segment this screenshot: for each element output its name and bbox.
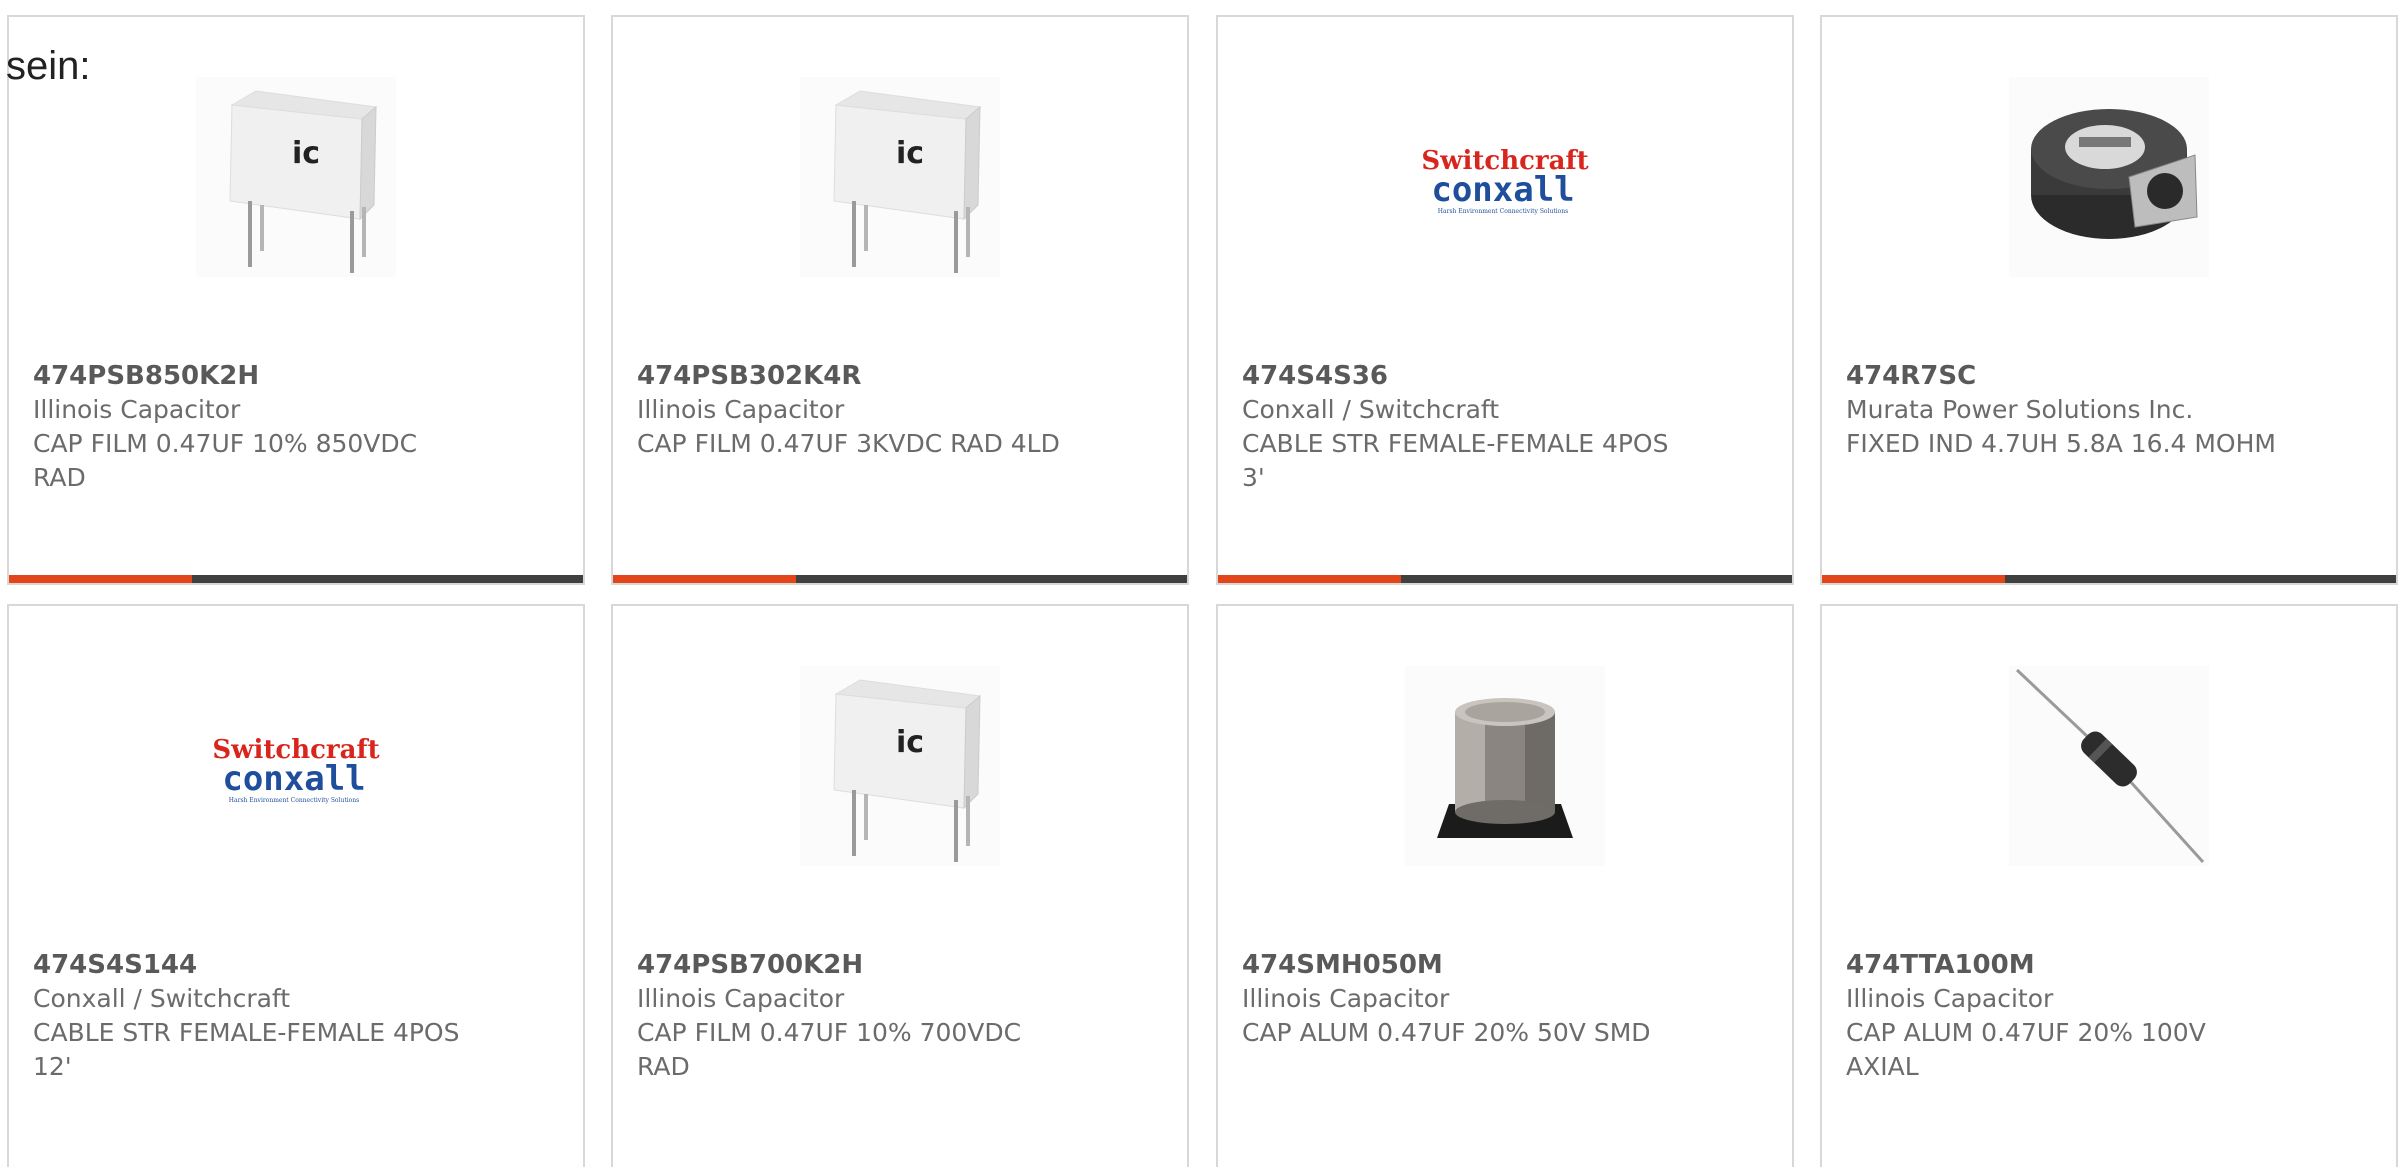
part-number[interactable]: 474R7SC [1846, 359, 2372, 393]
product-image[interactable] [2009, 77, 2209, 277]
card-accent-bar [9, 575, 583, 583]
smd-electrolytic-capacitor-icon [1405, 666, 1605, 866]
logo-tagline: Harsh Environment Connectivity Solutions [1438, 208, 1568, 215]
product-image[interactable]: ic [196, 77, 396, 277]
description: CABLE STR FEMALE-FEMALE 4POS 12' [33, 1018, 460, 1081]
manufacturer: Illinois Capacitor [1242, 984, 1450, 1013]
product-image[interactable] [1405, 666, 1605, 866]
description: CAP FILM 0.47UF 10% 700VDC RAD [637, 1018, 1022, 1081]
product-info: 474S4S36 Conxall / Switchcraft CABLE STR… [1242, 359, 1768, 495]
product-info: 474R7SC Murata Power Solutions Inc. FIXE… [1846, 359, 2372, 461]
ic-mark-text: ic [896, 725, 924, 760]
product-info: 474PSB850K2H Illinois Capacitor CAP FILM… [33, 359, 559, 495]
manufacturer: Illinois Capacitor [1846, 984, 2054, 1013]
axial-capacitor-icon [2009, 666, 2209, 866]
ic-film-capacitor-icon: ic [196, 77, 396, 277]
product-grid: ic 474PSB850K2H Illinois Capacitor CAP F… [7, 15, 2400, 1167]
intro-text: sein: [6, 44, 91, 88]
product-info: 474TTA100M Illinois Capacitor CAP ALUM 0… [1846, 948, 2372, 1084]
product-card[interactable]: Switchcraft conxall Harsh Environment Co… [7, 604, 585, 1167]
product-image[interactable]: Switchcraft conxall Harsh Environment Co… [196, 666, 396, 866]
switchcraft-conxall-logo-icon: Switchcraft conxall Harsh Environment Co… [196, 666, 396, 866]
part-number[interactable]: 474PSB700K2H [637, 948, 1163, 982]
product-image[interactable]: Switchcraft conxall Harsh Environment Co… [1405, 77, 1605, 277]
manufacturer: Conxall / Switchcraft [1242, 395, 1500, 424]
product-card[interactable]: 474TTA100M Illinois Capacitor CAP ALUM 0… [1820, 604, 2398, 1167]
manufacturer: Murata Power Solutions Inc. [1846, 395, 2194, 424]
switchcraft-conxall-logo-icon: Switchcraft conxall Harsh Environment Co… [1405, 77, 1605, 277]
ic-film-capacitor-icon: ic [800, 77, 1000, 277]
ic-film-capacitor-icon: ic [800, 666, 1000, 866]
description: CABLE STR FEMALE-FEMALE 4POS 3' [1242, 429, 1669, 492]
product-card[interactable]: 474SMH050M Illinois Capacitor CAP ALUM 0… [1216, 604, 1794, 1167]
product-image[interactable]: ic [800, 666, 1000, 866]
card-accent-bar [1822, 575, 2396, 583]
smd-inductor-icon [2009, 77, 2209, 277]
description: CAP FILM 0.47UF 3KVDC RAD 4LD [637, 429, 1060, 458]
description: CAP ALUM 0.47UF 20% 50V SMD [1242, 1018, 1651, 1047]
product-card[interactable]: ic 474PSB850K2H Illinois Capacitor CAP F… [7, 15, 585, 585]
part-number[interactable]: 474TTA100M [1846, 948, 2372, 982]
description: CAP FILM 0.47UF 10% 850VDC RAD [33, 429, 418, 492]
product-info: 474SMH050M Illinois Capacitor CAP ALUM 0… [1242, 948, 1768, 1050]
logo-brand-bottom: conxall [1431, 170, 1574, 210]
ic-mark-text: ic [292, 136, 320, 171]
manufacturer: Illinois Capacitor [637, 984, 845, 1013]
product-card[interactable]: ic 474PSB302K4R Illinois Capacitor CAP F… [611, 15, 1189, 585]
manufacturer: Conxall / Switchcraft [33, 984, 291, 1013]
logo-tagline: Harsh Environment Connectivity Solutions [229, 797, 359, 804]
part-number[interactable]: 474PSB850K2H [33, 359, 559, 393]
logo-brand-bottom: conxall [222, 759, 365, 799]
product-grid-page: sein: ic 474PSB850K2H Illinois Capacitor… [0, 0, 2400, 1167]
product-image[interactable] [2009, 666, 2209, 866]
card-accent-bar [613, 575, 1187, 583]
product-info: 474PSB700K2H Illinois Capacitor CAP FILM… [637, 948, 1163, 1084]
product-info: 474PSB302K4R Illinois Capacitor CAP FILM… [637, 359, 1163, 461]
card-accent-fill [1822, 575, 2005, 583]
product-info: 474S4S144 Conxall / Switchcraft CABLE ST… [33, 948, 559, 1084]
manufacturer: Illinois Capacitor [33, 395, 241, 424]
card-accent-fill [9, 575, 192, 583]
part-number[interactable]: 474S4S36 [1242, 359, 1768, 393]
part-number[interactable]: 474SMH050M [1242, 948, 1768, 982]
ic-mark-text: ic [896, 136, 924, 171]
card-accent-fill [1218, 575, 1401, 583]
part-number[interactable]: 474PSB302K4R [637, 359, 1163, 393]
product-card[interactable]: 474R7SC Murata Power Solutions Inc. FIXE… [1820, 15, 2398, 585]
product-image[interactable]: ic [800, 77, 1000, 277]
manufacturer: Illinois Capacitor [637, 395, 845, 424]
part-number[interactable]: 474S4S144 [33, 948, 559, 982]
description: CAP ALUM 0.47UF 20% 100V AXIAL [1846, 1018, 2206, 1081]
product-card[interactable]: Switchcraft conxall Harsh Environment Co… [1216, 15, 1794, 585]
card-accent-fill [613, 575, 796, 583]
description: FIXED IND 4.7UH 5.8A 16.4 MOHM [1846, 429, 2276, 458]
product-card[interactable]: ic 474PSB700K2H Illinois Capacitor CAP F… [611, 604, 1189, 1167]
card-accent-bar [1218, 575, 1792, 583]
